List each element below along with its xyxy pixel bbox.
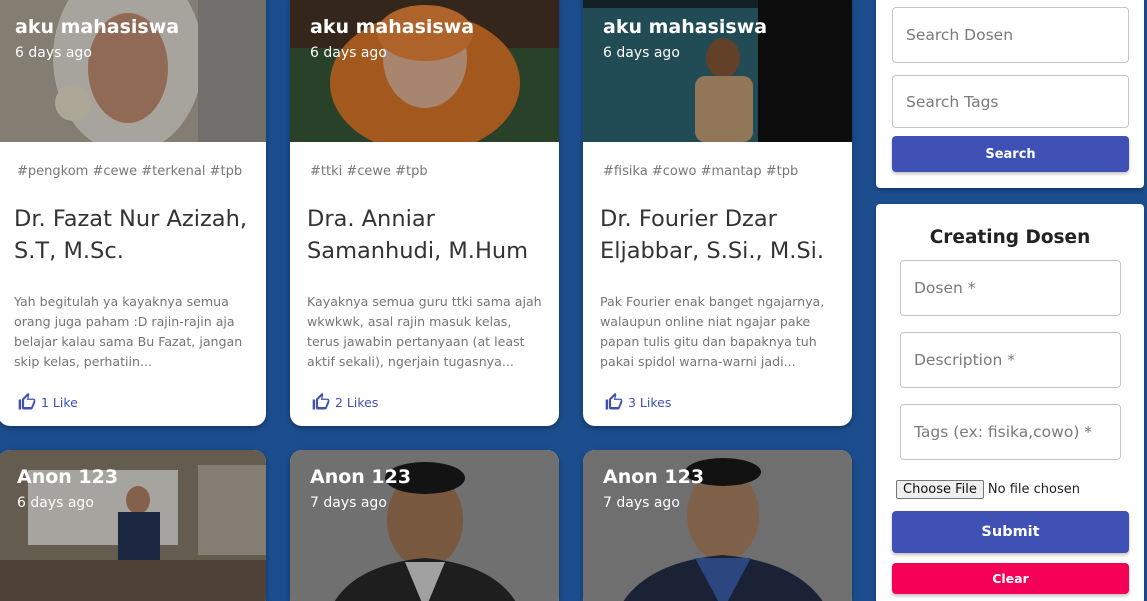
search-dosen-input[interactable]: Search Dosen [892,7,1129,63]
card-date: 6 days ago [17,495,94,511]
create-dosen-title: Creating Dosen [929,227,1091,248]
like-count: 1 Like [41,394,78,410]
card-photo: aku mahasiswa 6 days ago [0,0,266,142]
card-tags: #fisika #cowo #mantap #tpb [603,164,799,179]
card-date: 6 days ago [310,45,387,61]
submit-button[interactable]: Submit [892,511,1129,553]
like-button[interactable]: 2 Likes [311,392,378,412]
card-author: Anon 123 [603,466,705,488]
card-description: Kayaknya semua guru ttki sama ajah wkwkw… [307,294,542,369]
card-photo: aku mahasiswa 6 days ago [290,0,559,142]
card-tags: #ttki #cewe #tpb [310,164,428,179]
card-date: 6 days ago [15,45,92,61]
dosen-card[interactable]: aku mahasiswa 6 days ago #ttki #cewe #tp… [290,0,559,426]
choose-file-button[interactable]: Choose File [896,480,984,499]
card-date: 6 days ago [603,45,680,61]
card-date: 7 days ago [310,495,387,511]
card-photo: Anon 123 7 days ago [583,450,852,601]
card-author: Anon 123 [310,466,412,488]
card-photo: Anon 123 7 days ago [290,450,559,601]
card-author: aku mahasiswa [603,16,768,38]
file-status: No file chosen [987,482,1080,497]
thumb-up-icon [312,392,330,410]
like-button[interactable]: 3 Likes [604,392,671,412]
card-title: Dra. Anniar Samanhudi, M.Hum [307,206,529,264]
search-tags-input[interactable]: Search Tags [892,75,1129,128]
dosen-field[interactable]: Dosen * [900,260,1121,316]
file-upload: Choose File No file chosen [896,480,1080,499]
card-author: aku mahasiswa [310,16,475,38]
card-photo: aku mahasiswa 6 days ago [583,0,852,142]
card-title: Dr. Fazat Nur Azizah, S.T, M.Sc. [14,206,248,264]
dosen-card[interactable]: Anon 123 7 days ago [583,450,852,601]
thumb-up-icon [605,392,623,410]
like-count: 3 Likes [628,394,672,410]
search-button[interactable]: Search [892,136,1129,172]
like-button[interactable]: 1 Like [17,392,78,412]
dosen-card[interactable]: Anon 123 6 days ago [0,450,266,601]
clear-button[interactable]: Clear [892,563,1129,594]
description-field[interactable]: Description * [900,332,1121,388]
dosen-card[interactable]: aku mahasiswa 6 days ago #fisika #cowo #… [583,0,852,426]
card-author: Anon 123 [17,466,119,488]
card-photo: Anon 123 6 days ago [0,450,266,601]
card-date: 7 days ago [603,495,680,511]
like-count: 2 Likes [335,394,379,410]
card-description: Pak Fourier enak banget ngajarnya, walau… [600,294,825,369]
card-author: aku mahasiswa [15,16,180,38]
thumb-up-icon [18,392,36,410]
card-tags: #pengkom #cewe #terkenal #tpb [17,164,243,179]
card-title: Dr. Fourier Dzar Eljabbar, S.Si., M.Si. [600,206,825,264]
dosen-card[interactable]: Anon 123 7 days ago [290,450,559,601]
tags-field[interactable]: Tags (ex: fisika,cowo) * [900,404,1121,460]
card-description: Yah begitulah ya kayaknya semua orang ju… [14,294,243,369]
dosen-card[interactable]: aku mahasiswa 6 days ago #pengkom #cewe … [0,0,266,426]
